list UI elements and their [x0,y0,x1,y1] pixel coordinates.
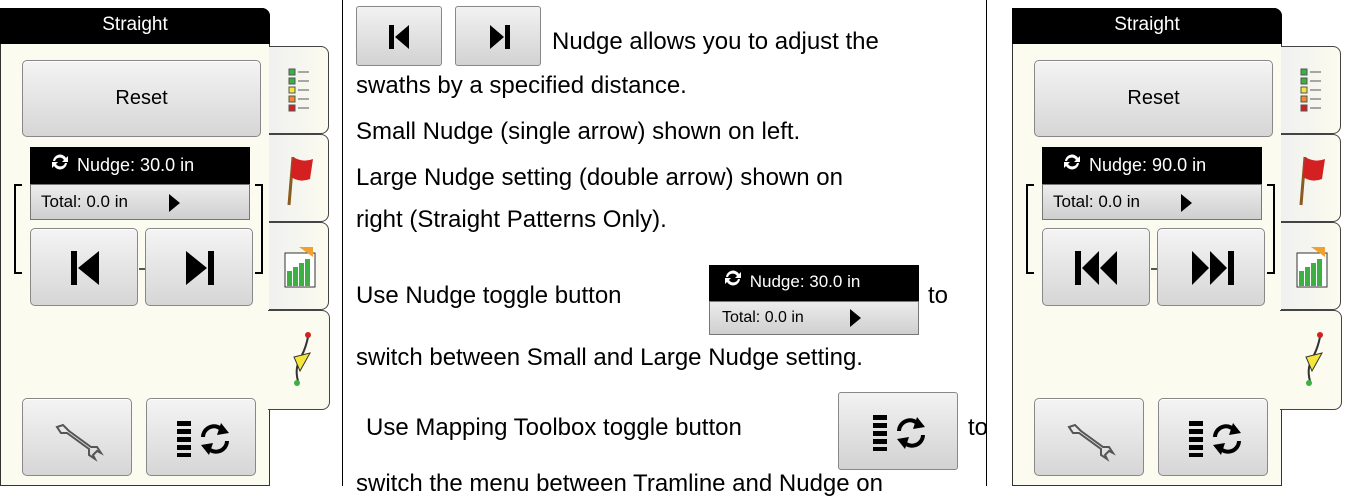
field-chart-icon [284,247,316,288]
example-nudge-toggle: Nudge: 30.0 in Total: 0.0 in [709,265,919,335]
list-icon [1300,68,1321,112]
example-nudge-head: Nudge: 30.0 in [709,265,919,301]
wrench-icon [1067,423,1116,462]
right-panel: Straight Reset Nudge: 90.0 in Total: 0.0… [1012,8,1348,486]
tab-field[interactable] [1281,222,1341,310]
panel-title: Straight [1012,8,1282,44]
nudge-value: Nudge: 30.0 in [77,155,195,175]
instruction-line-4: Large Nudge setting (double arrow) shown… [356,164,843,191]
instruction-line-6-suffix: to [928,282,949,309]
single-left-nudge-icon [71,251,99,285]
play-arrow-icon [850,308,862,327]
tab-guidance[interactable] [1280,310,1342,410]
wrench-icon [55,423,104,462]
nudge-toggle-button[interactable]: Nudge: 90.0 in [1042,147,1262,184]
single-right-nudge-icon [490,25,510,49]
nudge-total-row[interactable]: Total: 0.0 in [1042,184,1262,220]
double-right-nudge-icon [1192,251,1234,285]
left-panel: Straight Reset Nudge: 30.0 in Total: 0.0… [0,8,330,486]
nudge-group-bracket-right [255,184,263,274]
single-right-nudge-icon [186,251,214,285]
instruction-line-8-suffix: to [968,414,989,441]
swap-icon [50,147,72,184]
reset-button[interactable]: Reset [1034,60,1273,137]
tab-field[interactable] [269,222,329,310]
guidance-icon [293,332,311,386]
wrench-button[interactable] [22,398,132,476]
list-icon [288,68,309,112]
example-nudge-value: Nudge: 30.0 in [749,272,861,291]
example-total-value: Total: 0.0 in [722,309,804,326]
field-chart-icon [1296,247,1328,288]
total-value: Total: 0.0 in [41,192,128,211]
mapping-toolbox-toggle-button[interactable] [146,398,256,476]
tab-flags[interactable] [1281,134,1341,222]
instruction-line-3: Small Nudge (single arrow) shown on left… [356,118,801,145]
panel-title: Straight [0,8,270,44]
divider-left [342,0,343,486]
nudge-right-button[interactable] [145,228,253,306]
instruction-line-1: Nudge allows you to adjust the [552,28,879,55]
nudge-left-button[interactable] [1042,228,1150,306]
double-left-nudge-icon [1075,251,1117,285]
mapping-toolbox-toggle-icon [873,415,925,451]
instruction-line-6-prefix: Use Nudge toggle button [356,282,622,309]
nudge-value: Nudge: 90.0 in [1089,155,1207,175]
nudge-toggle-button[interactable]: Nudge: 30.0 in [30,147,250,184]
mapping-toolbox-toggle-button[interactable] [1158,398,1268,476]
play-arrow-icon [168,193,180,212]
nudge-group-bracket-left [1026,184,1034,274]
instruction-line-9: switch the menu between Tramline and Nud… [356,470,883,497]
tab-flags[interactable] [269,134,329,222]
nudge-group-bracket-left [14,184,22,274]
single-left-nudge-icon [389,25,409,49]
nudge-total-row[interactable]: Total: 0.0 in [30,184,250,220]
tab-list[interactable] [269,46,329,134]
tab-list[interactable] [1281,46,1341,134]
nudge-left-button[interactable] [30,228,138,306]
swap-icon [1062,147,1084,184]
instruction-line-8-prefix: Use Mapping Toolbox toggle button [366,414,742,441]
mapping-toolbox-toggle-icon [1189,421,1241,457]
example-nudge-right-button [455,6,541,66]
example-mapping-toolbox-button [838,392,958,470]
instruction-line-7: switch between Small and Large Nudge set… [356,344,863,371]
wrench-button[interactable] [1034,398,1144,476]
instruction-line-2: swaths by a specified distance. [356,72,687,99]
example-total-row: Total: 0.0 in [709,301,919,335]
flag-icon [1299,156,1325,206]
mapping-toolbox-toggle-icon [177,421,229,457]
play-arrow-icon [1180,193,1192,212]
tab-guidance[interactable] [268,310,330,410]
instruction-line-5: right (Straight Patterns Only). [356,206,667,233]
flag-icon [287,156,313,206]
guidance-icon [1305,332,1323,386]
nudge-right-button[interactable] [1157,228,1265,306]
example-nudge-left-button [356,6,442,66]
total-value: Total: 0.0 in [1053,192,1140,211]
reset-button[interactable]: Reset [22,60,261,137]
nudge-group-bracket-right [1267,184,1275,274]
swap-icon [723,265,745,299]
